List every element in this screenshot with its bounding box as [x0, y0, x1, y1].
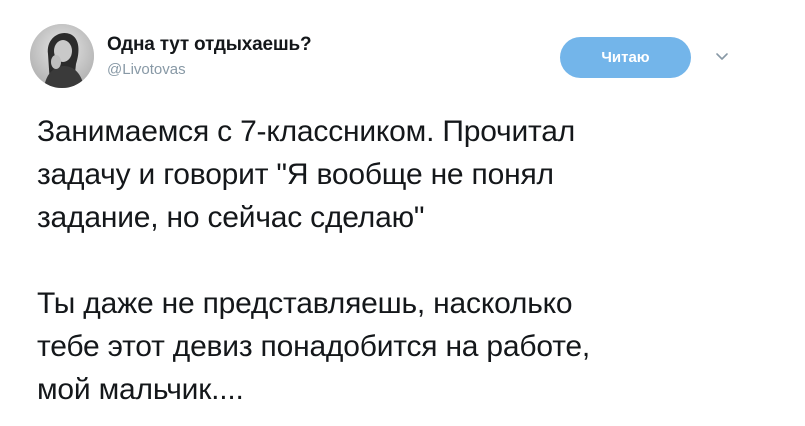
tweet-paragraph: Занимаемся с 7-классником. Прочитал зада…	[37, 115, 576, 234]
following-button[interactable]: Читаю	[560, 37, 691, 78]
chevron-down-icon[interactable]	[711, 46, 733, 68]
avatar[interactable]	[30, 24, 94, 88]
tweet-card: Одна тут отдыхаешь? @Livotovas Читаю Зан…	[0, 0, 805, 426]
user-handle[interactable]: @Livotovas	[107, 61, 186, 78]
tweet-paragraph: Ты даже не представляешь, насколько тебе…	[37, 287, 591, 406]
portrait-photo-icon	[30, 24, 94, 88]
display-name[interactable]: Одна тут отдыхаешь?	[107, 34, 312, 56]
tweet-text: Занимаемся с 7-классником. Прочитал зада…	[37, 110, 777, 411]
